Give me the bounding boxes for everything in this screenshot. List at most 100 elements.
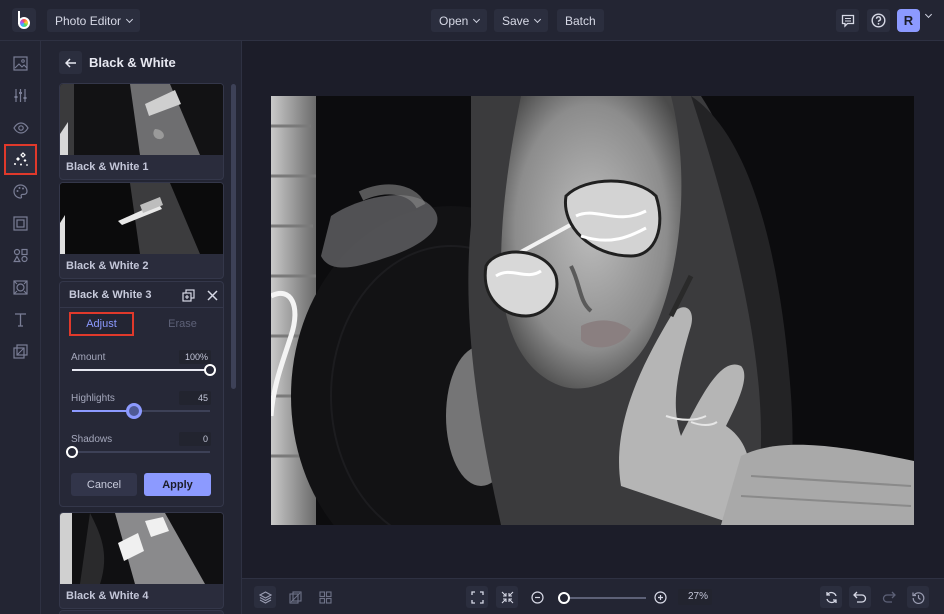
help-icon: [871, 13, 886, 28]
eye-icon: [12, 121, 29, 134]
zoom-slider[interactable]: [558, 592, 646, 604]
save-label: Save: [502, 13, 530, 28]
tab-adjust[interactable]: Adjust: [69, 312, 134, 336]
cancel-button[interactable]: Cancel: [71, 473, 137, 496]
highlights-knob[interactable]: [126, 403, 143, 419]
rail-item-graphics[interactable]: [4, 240, 37, 271]
avatar-initial: R: [903, 13, 914, 28]
panel-title: Black & White: [89, 55, 176, 70]
undo-button[interactable]: [849, 586, 871, 608]
zoom-level-input[interactable]: 27%: [678, 589, 712, 605]
duplicate-button[interactable]: [181, 288, 195, 302]
redo-icon: [882, 591, 896, 603]
account-menu-chevron-icon[interactable]: [924, 10, 933, 19]
thumbnail-photo: [60, 513, 223, 584]
batch-label: Batch: [565, 13, 596, 28]
highlights-value[interactable]: 45: [179, 391, 211, 405]
close-icon: [206, 289, 218, 301]
grid-icon: [318, 590, 332, 604]
apply-button[interactable]: Apply: [144, 473, 211, 496]
redo-button[interactable]: [878, 586, 900, 608]
photo-editor-app: Photo Editor Open Save Batch R Black & W…: [0, 0, 944, 614]
history-icon: [911, 591, 924, 604]
canvas-area: [242, 41, 944, 578]
shadows-track[interactable]: [66, 446, 210, 458]
rail-item-view[interactable]: [4, 112, 37, 143]
preset-card-next[interactable]: [59, 610, 224, 614]
amount-value[interactable]: 100%: [179, 350, 211, 364]
rail-item-overlays[interactable]: [4, 336, 37, 367]
highlights-fill: [72, 410, 135, 412]
compare-button[interactable]: [284, 586, 306, 608]
amount-label: Amount: [71, 352, 106, 363]
app-switcher-label: Photo Editor: [55, 13, 122, 28]
save-button[interactable]: Save: [494, 9, 549, 32]
text-icon: [15, 313, 26, 327]
edited-photo[interactable]: [271, 96, 914, 525]
preset-label: Black & White 1: [66, 161, 149, 173]
logo-color-wheel: [18, 17, 30, 29]
rail-item-artsy[interactable]: [4, 176, 37, 207]
shadows-label: Shadows: [71, 434, 113, 445]
batch-button[interactable]: Batch: [557, 9, 604, 32]
rail-item-image[interactable]: [4, 48, 37, 79]
history-button[interactable]: [907, 586, 929, 608]
sparkles-icon: [13, 151, 28, 166]
effects-panel: Black & White Black & White 1 Black & Wh…: [41, 41, 242, 614]
texture-icon: [13, 280, 28, 295]
rail-item-effects[interactable]: [4, 144, 37, 175]
preset-card-bw1[interactable]: Black & White 1: [59, 83, 224, 180]
help-button[interactable]: [867, 9, 890, 32]
layers-icon: [258, 590, 272, 604]
preset-card-bw4[interactable]: Black & White 4: [59, 512, 224, 609]
chevron-down-icon: [126, 15, 134, 23]
back-button[interactable]: [59, 51, 82, 74]
zoom-slider-knob[interactable]: [558, 592, 571, 604]
preset-thumbnail: [60, 183, 223, 254]
layers-button[interactable]: [254, 586, 276, 608]
photo-render: [271, 96, 914, 525]
panel-scrollbar[interactable]: [231, 84, 236, 389]
rail-item-adjustments[interactable]: [4, 80, 37, 111]
highlights-track[interactable]: [72, 403, 210, 419]
amount-knob[interactable]: [204, 364, 216, 376]
preset-card-bw2[interactable]: Black & White 2: [59, 182, 224, 279]
rail-item-textures[interactable]: [4, 272, 37, 303]
grid-button[interactable]: [314, 586, 336, 608]
tab-erase[interactable]: Erase: [150, 312, 215, 336]
amount-track[interactable]: [72, 364, 216, 376]
app-switcher-button[interactable]: Photo Editor: [47, 9, 141, 32]
rail-item-frames[interactable]: [4, 208, 37, 239]
shadows-value[interactable]: 0: [179, 432, 211, 446]
editor-tabs: Adjust Erase: [60, 308, 223, 338]
duplicate-icon: [181, 288, 195, 302]
image-icon: [13, 56, 28, 71]
open-button[interactable]: Open: [431, 9, 488, 32]
rail-item-text[interactable]: [4, 304, 37, 335]
comment-icon: [841, 14, 854, 28]
user-avatar[interactable]: R: [897, 9, 920, 32]
zoom-out-icon: [530, 590, 544, 604]
overlay-icon: [13, 344, 28, 359]
replace-image-button[interactable]: [820, 586, 842, 608]
fit-screen-button[interactable]: [466, 586, 488, 608]
close-button[interactable]: [205, 288, 219, 302]
thumbnail-photo: [60, 183, 223, 254]
preset-thumbnail: [60, 84, 223, 155]
shapes-icon: [13, 248, 28, 263]
zoom-in-button[interactable]: [649, 586, 671, 608]
tool-rail: [0, 41, 41, 614]
bottom-toolbar: 27%: [242, 578, 944, 614]
palette-icon: [13, 184, 28, 199]
top-bar: Photo Editor Open Save Batch R: [0, 0, 944, 41]
feedback-button[interactable]: [836, 9, 859, 32]
zoom-in-icon: [653, 590, 667, 604]
frame-icon: [13, 216, 28, 231]
chevron-down-icon: [473, 15, 481, 23]
open-label: Open: [439, 13, 469, 28]
shadows-knob[interactable]: [66, 446, 78, 458]
app-logo[interactable]: [12, 8, 36, 32]
actual-size-button[interactable]: [496, 586, 518, 608]
shrink-icon: [501, 591, 513, 603]
zoom-out-button[interactable]: [526, 586, 548, 608]
